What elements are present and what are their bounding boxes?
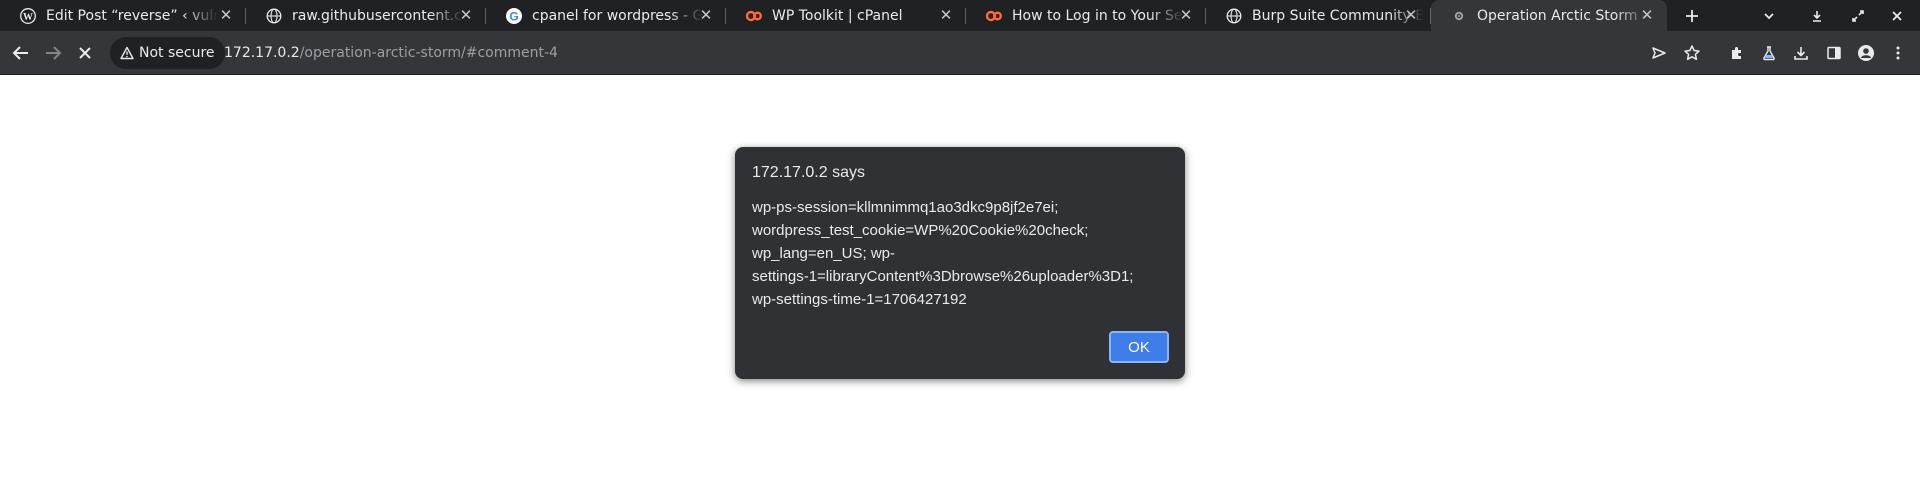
close-icon[interactable]: ✕ — [938, 7, 954, 23]
warning-triangle-icon — [120, 46, 134, 60]
close-window-icon[interactable] — [1885, 4, 1909, 28]
svg-text:G: G — [509, 9, 518, 23]
tab-how-to-login[interactable]: How to Log in to Your Serv ✕ — [966, 0, 1206, 31]
extensions-puzzle-icon[interactable] — [1725, 41, 1749, 65]
forward-arrow-icon[interactable] — [41, 41, 65, 65]
tab-title: WP Toolkit | cPanel — [772, 7, 903, 24]
ok-button[interactable]: OK — [1109, 331, 1169, 363]
svg-text:W: W — [23, 11, 33, 22]
dialog-title: 172.17.0.2 says — [752, 164, 865, 181]
tab-google-search[interactable]: G cpanel for wordpress - Goo ✕ — [486, 0, 726, 31]
close-icon[interactable]: ✕ — [1403, 7, 1419, 23]
tab-search-chevron-down-icon[interactable] — [1757, 4, 1781, 28]
tab-burp-suite[interactable]: Burp Suite Community Editi ✕ — [1206, 0, 1431, 31]
tab-wp-toolkit[interactable]: WP Toolkit | cPanel ✕ — [726, 0, 966, 31]
tab-edit-post[interactable]: W Edit Post “reverse” ‹ vulnp ✕ — [0, 0, 246, 31]
security-indicator[interactable]: Not secure — [110, 37, 225, 69]
stop-loading-icon[interactable] — [73, 41, 97, 65]
tab-title: How to Log in to Your Serv — [1012, 7, 1184, 24]
close-icon[interactable]: ✕ — [1178, 7, 1194, 23]
globe-icon — [1226, 8, 1242, 24]
tab-title: raw.githubusercontent.com — [292, 7, 464, 24]
alert-dialog: 172.17.0.2 says wp-ps-session=kllmnimmq1… — [735, 147, 1185, 379]
close-icon[interactable]: ✕ — [458, 7, 474, 23]
globe-icon — [266, 8, 282, 24]
tab-title: cpanel for wordpress - Goo — [532, 7, 704, 24]
side-panel-icon[interactable] — [1822, 41, 1846, 65]
menu-kebab-icon[interactable] — [1886, 41, 1910, 65]
minimize-icon[interactable] — [1805, 4, 1829, 28]
address-bar[interactable]: Not secure 172.17.0.2/operation-arctic-s… — [110, 37, 1710, 69]
tab-title: Burp Suite Community Editi — [1252, 7, 1424, 24]
close-icon[interactable]: ✕ — [1639, 7, 1655, 23]
tab-title: Operation Arctic Storm – — [1477, 7, 1649, 24]
toolbar: Not secure 172.17.0.2/operation-arctic-s… — [0, 31, 1920, 75]
dialog-message: wp-ps-session=kllmnimmq1ao3dkc9p8jf2e7ei… — [752, 199, 1134, 308]
profile-avatar-icon[interactable] — [1854, 41, 1878, 65]
tab-title: Edit Post “reverse” ‹ vulnp — [46, 7, 218, 24]
not-secure-label: Not secure — [139, 45, 215, 61]
new-tab-plus-icon[interactable] — [1680, 4, 1704, 28]
site-icon — [1451, 8, 1467, 24]
tab-strip: W Edit Post “reverse” ‹ vulnp ✕ raw.gith… — [0, 0, 1920, 31]
downloads-icon[interactable] — [1789, 41, 1813, 65]
close-icon[interactable]: ✕ — [698, 7, 714, 23]
restore-icon[interactable] — [1846, 4, 1870, 28]
url-path: /operation-arctic-storm/#comment-4 — [299, 45, 558, 61]
url-host: 172.17.0.2 — [224, 45, 300, 61]
labs-flask-icon[interactable] — [1757, 41, 1781, 65]
google-icon: G — [506, 7, 522, 24]
send-to-device-icon[interactable] — [1647, 41, 1671, 65]
bookmark-star-icon[interactable] — [1680, 41, 1704, 65]
wordpress-icon: W — [20, 7, 36, 24]
cpanel-icon — [986, 8, 1002, 24]
tab-raw-github[interactable]: raw.githubusercontent.com ✕ — [246, 0, 486, 31]
tab-operation-arctic-storm[interactable]: Operation Arctic Storm – ✕ — [1431, 0, 1667, 31]
page-content: 172.17.0.2 says wp-ps-session=kllmnimmq1… — [0, 75, 1920, 479]
cpanel-icon — [746, 8, 762, 24]
url-text[interactable]: 172.17.0.2/operation-arctic-storm/#comme… — [224, 37, 558, 69]
close-icon[interactable]: ✕ — [218, 7, 234, 23]
back-arrow-icon[interactable] — [9, 41, 33, 65]
